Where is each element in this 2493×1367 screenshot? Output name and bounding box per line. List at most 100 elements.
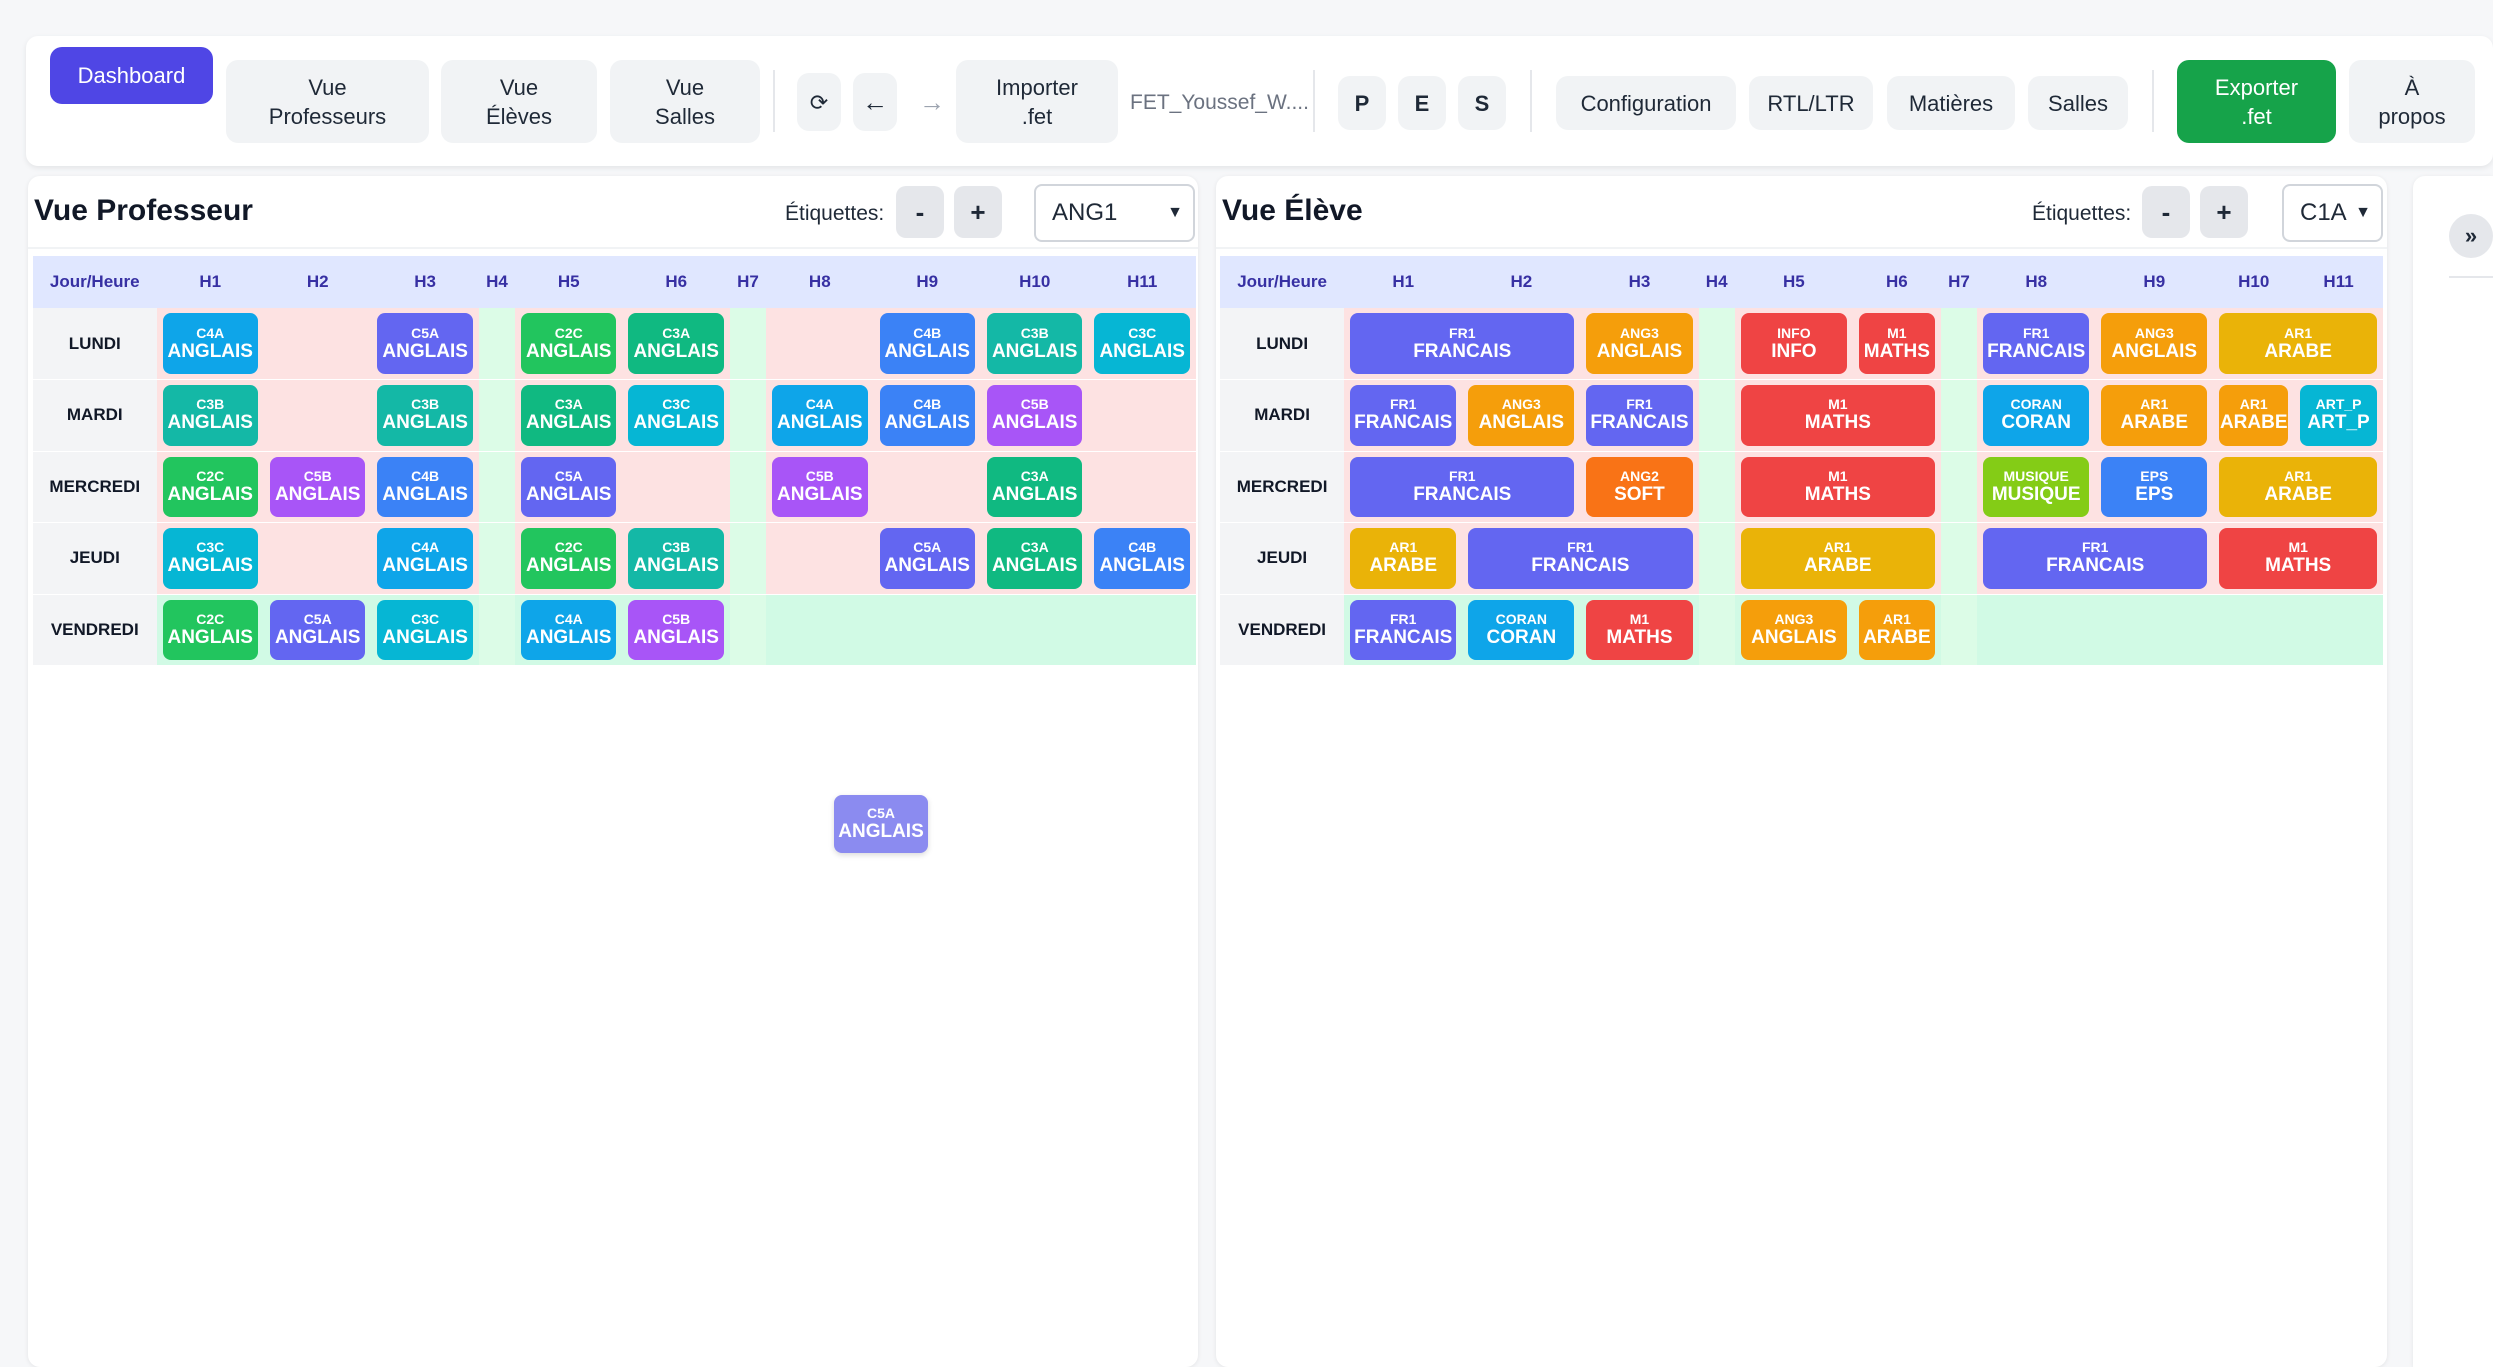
lesson-card[interactable]: C3A ANGLAIS	[986, 456, 1083, 517]
lesson-card[interactable]: C5B ANGLAIS	[986, 385, 1083, 446]
lesson-card[interactable]: FR1 FRANCAIS	[1350, 599, 1457, 660]
timetable-slot[interactable]: C3C ANGLAIS	[622, 379, 730, 452]
eleve-select[interactable]: C1A ▼	[2282, 184, 2383, 242]
lesson-card[interactable]: C3C ANGLAIS	[377, 599, 473, 660]
lesson-card[interactable]: FR1 FRANCAIS	[1983, 528, 2208, 589]
timetable-slot[interactable]: C5B ANGLAIS	[980, 379, 1089, 452]
lesson-card[interactable]: FR1 FRANCAIS	[1350, 385, 1457, 446]
timetable-slot[interactable]	[478, 522, 516, 595]
timetable-slot[interactable]: MUSIQUE MUSIQUE	[1977, 451, 2096, 523]
timetable-slot[interactable]	[729, 379, 767, 452]
refresh-icon[interactable]: ⟳	[797, 73, 841, 131]
timetable-slot[interactable]	[1940, 379, 1978, 452]
timetable-slot[interactable]	[766, 308, 874, 380]
lesson-card[interactable]: C4A ANGLAIS	[521, 599, 617, 660]
timetable-slot[interactable]: C5A ANGLAIS	[873, 522, 981, 595]
timetable-slot[interactable]: AR1 ARABE	[2095, 379, 2214, 452]
lesson-card[interactable]: C4A ANGLAIS	[772, 385, 868, 446]
timetable-slot[interactable]: FR1 FRANCAIS	[1344, 451, 1581, 523]
lesson-card[interactable]: C4B ANGLAIS	[377, 456, 473, 517]
lesson-card[interactable]: AR1 ARABE	[2101, 385, 2208, 446]
timetable-slot[interactable]: C3A ANGLAIS	[980, 522, 1089, 595]
timetable-slot[interactable]	[1088, 451, 1196, 523]
timetable-slot[interactable]: FR1 FRANCAIS	[1344, 594, 1463, 666]
timetable-slot[interactable]	[873, 451, 981, 523]
lesson-card[interactable]: C5A ANGLAIS	[879, 528, 975, 589]
lesson-card[interactable]: M1 MATHS	[2219, 528, 2377, 589]
timetable-slot[interactable]	[1698, 594, 1735, 666]
timetable-slot[interactable]	[729, 451, 767, 523]
timetable-slot[interactable]	[1088, 594, 1196, 666]
timetable-slot[interactable]: EPS EPS	[2095, 451, 2214, 523]
timetable-slot[interactable]: ANG2 SOFT	[1580, 451, 1699, 523]
timetable-slot[interactable]: C3B ANGLAIS	[156, 379, 264, 452]
timetable-slot[interactable]	[622, 451, 730, 523]
s-button[interactable]: S	[1458, 76, 1506, 130]
timetable-slot[interactable]: C5A ANGLAIS	[263, 594, 372, 666]
timetable-slot[interactable]: C5B ANGLAIS	[766, 451, 874, 523]
lesson-card[interactable]: M1 MATHS	[1858, 313, 1935, 374]
lesson-card[interactable]: C3B ANGLAIS	[162, 385, 258, 446]
timetable-slot[interactable]	[263, 308, 372, 380]
timetable-slot[interactable]: INFO INFO	[1734, 308, 1853, 380]
timetable-slot[interactable]	[729, 522, 767, 595]
timetable-slot[interactable]: C5A ANGLAIS	[371, 308, 479, 380]
lesson-card[interactable]: AR1 ARABE	[1858, 599, 1935, 660]
prof-zoom-in-button[interactable]: +	[954, 186, 1002, 238]
timetable-slot[interactable]: C2C ANGLAIS	[515, 522, 623, 595]
lesson-card[interactable]: ANG3 ANGLAIS	[2101, 313, 2208, 374]
eleve-zoom-out-button[interactable]: -	[2142, 186, 2190, 238]
configuration-button[interactable]: Configuration	[1556, 76, 1736, 130]
lesson-card[interactable]: AR1 ARABE	[2219, 456, 2377, 517]
lesson-card[interactable]: C5B ANGLAIS	[772, 456, 868, 517]
timetable-slot[interactable]: FR1 FRANCAIS	[1977, 522, 2214, 595]
timetable-slot[interactable]: M1 MATHS	[1734, 379, 1941, 452]
salles-button[interactable]: Salles	[2028, 76, 2128, 130]
dragged-card[interactable]: C5A ANGLAIS	[834, 795, 928, 853]
lesson-card[interactable]: C2C ANGLAIS	[521, 528, 617, 589]
lesson-card[interactable]: C3C ANGLAIS	[162, 528, 258, 589]
importer-fet-button[interactable]: Importer .fet	[956, 60, 1118, 143]
lesson-card[interactable]: C4A ANGLAIS	[377, 528, 473, 589]
timetable-slot[interactable]	[263, 379, 372, 452]
timetable-slot[interactable]: C3A ANGLAIS	[622, 308, 730, 380]
timetable-slot[interactable]	[1698, 308, 1735, 380]
collapse-icon[interactable]: »	[2449, 214, 2493, 258]
lesson-card[interactable]: AR1 ARABE	[1350, 528, 1457, 589]
timetable-slot[interactable]: AR1 ARABE	[2213, 379, 2295, 452]
lesson-card[interactable]: C2C ANGLAIS	[521, 313, 617, 374]
lesson-card[interactable]: M1 MATHS	[1740, 385, 1935, 446]
lesson-card[interactable]: C2C ANGLAIS	[162, 599, 258, 660]
lesson-card[interactable]: C3C ANGLAIS	[1094, 313, 1190, 374]
lesson-card[interactable]: C3A ANGLAIS	[986, 528, 1083, 589]
timetable-slot[interactable]: C3A ANGLAIS	[980, 451, 1089, 523]
lesson-card[interactable]: C5A ANGLAIS	[269, 599, 366, 660]
lesson-card[interactable]: AR1 ARABE	[1740, 528, 1935, 589]
lesson-card[interactable]: C5B ANGLAIS	[628, 599, 724, 660]
timetable-slot[interactable]	[2095, 594, 2214, 666]
timetable-slot[interactable]: C5B ANGLAIS	[263, 451, 372, 523]
timetable-slot[interactable]: C4B ANGLAIS	[371, 451, 479, 523]
timetable-slot[interactable]: FR1 FRANCAIS	[1344, 379, 1463, 452]
timetable-slot[interactable]: AR1 ARABE	[2213, 308, 2383, 380]
lesson-card[interactable]: INFO INFO	[1740, 313, 1847, 374]
timetable-slot[interactable]: C3C ANGLAIS	[371, 594, 479, 666]
lesson-card[interactable]: ART_P ART_P	[2300, 385, 2377, 446]
timetable-slot[interactable]	[1940, 308, 1978, 380]
lesson-card[interactable]: MUSIQUE MUSIQUE	[1983, 456, 2090, 517]
timetable-slot[interactable]	[1698, 379, 1735, 452]
lesson-card[interactable]: C3B ANGLAIS	[628, 528, 724, 589]
vue-eleves-button[interactable]: Vue Élèves	[441, 60, 597, 143]
timetable-slot[interactable]: C3C ANGLAIS	[1088, 308, 1196, 380]
lesson-card[interactable]: C5B ANGLAIS	[269, 456, 366, 517]
lesson-card[interactable]: M1 MATHS	[1586, 599, 1693, 660]
timetable-slot[interactable]: AR1 ARABE	[2213, 451, 2383, 523]
lesson-card[interactable]: C3A ANGLAIS	[521, 385, 617, 446]
lesson-card[interactable]: C5A ANGLAIS	[377, 313, 473, 374]
timetable-slot[interactable]: C4B ANGLAIS	[873, 308, 981, 380]
timetable-slot[interactable]	[1698, 451, 1735, 523]
lesson-card[interactable]: CORAN CORAN	[1983, 385, 2090, 446]
lesson-card[interactable]: CORAN CORAN	[1468, 599, 1575, 660]
timetable-slot[interactable]: C5A ANGLAIS	[515, 451, 623, 523]
timetable-slot[interactable]: M1 MATHS	[1580, 594, 1699, 666]
